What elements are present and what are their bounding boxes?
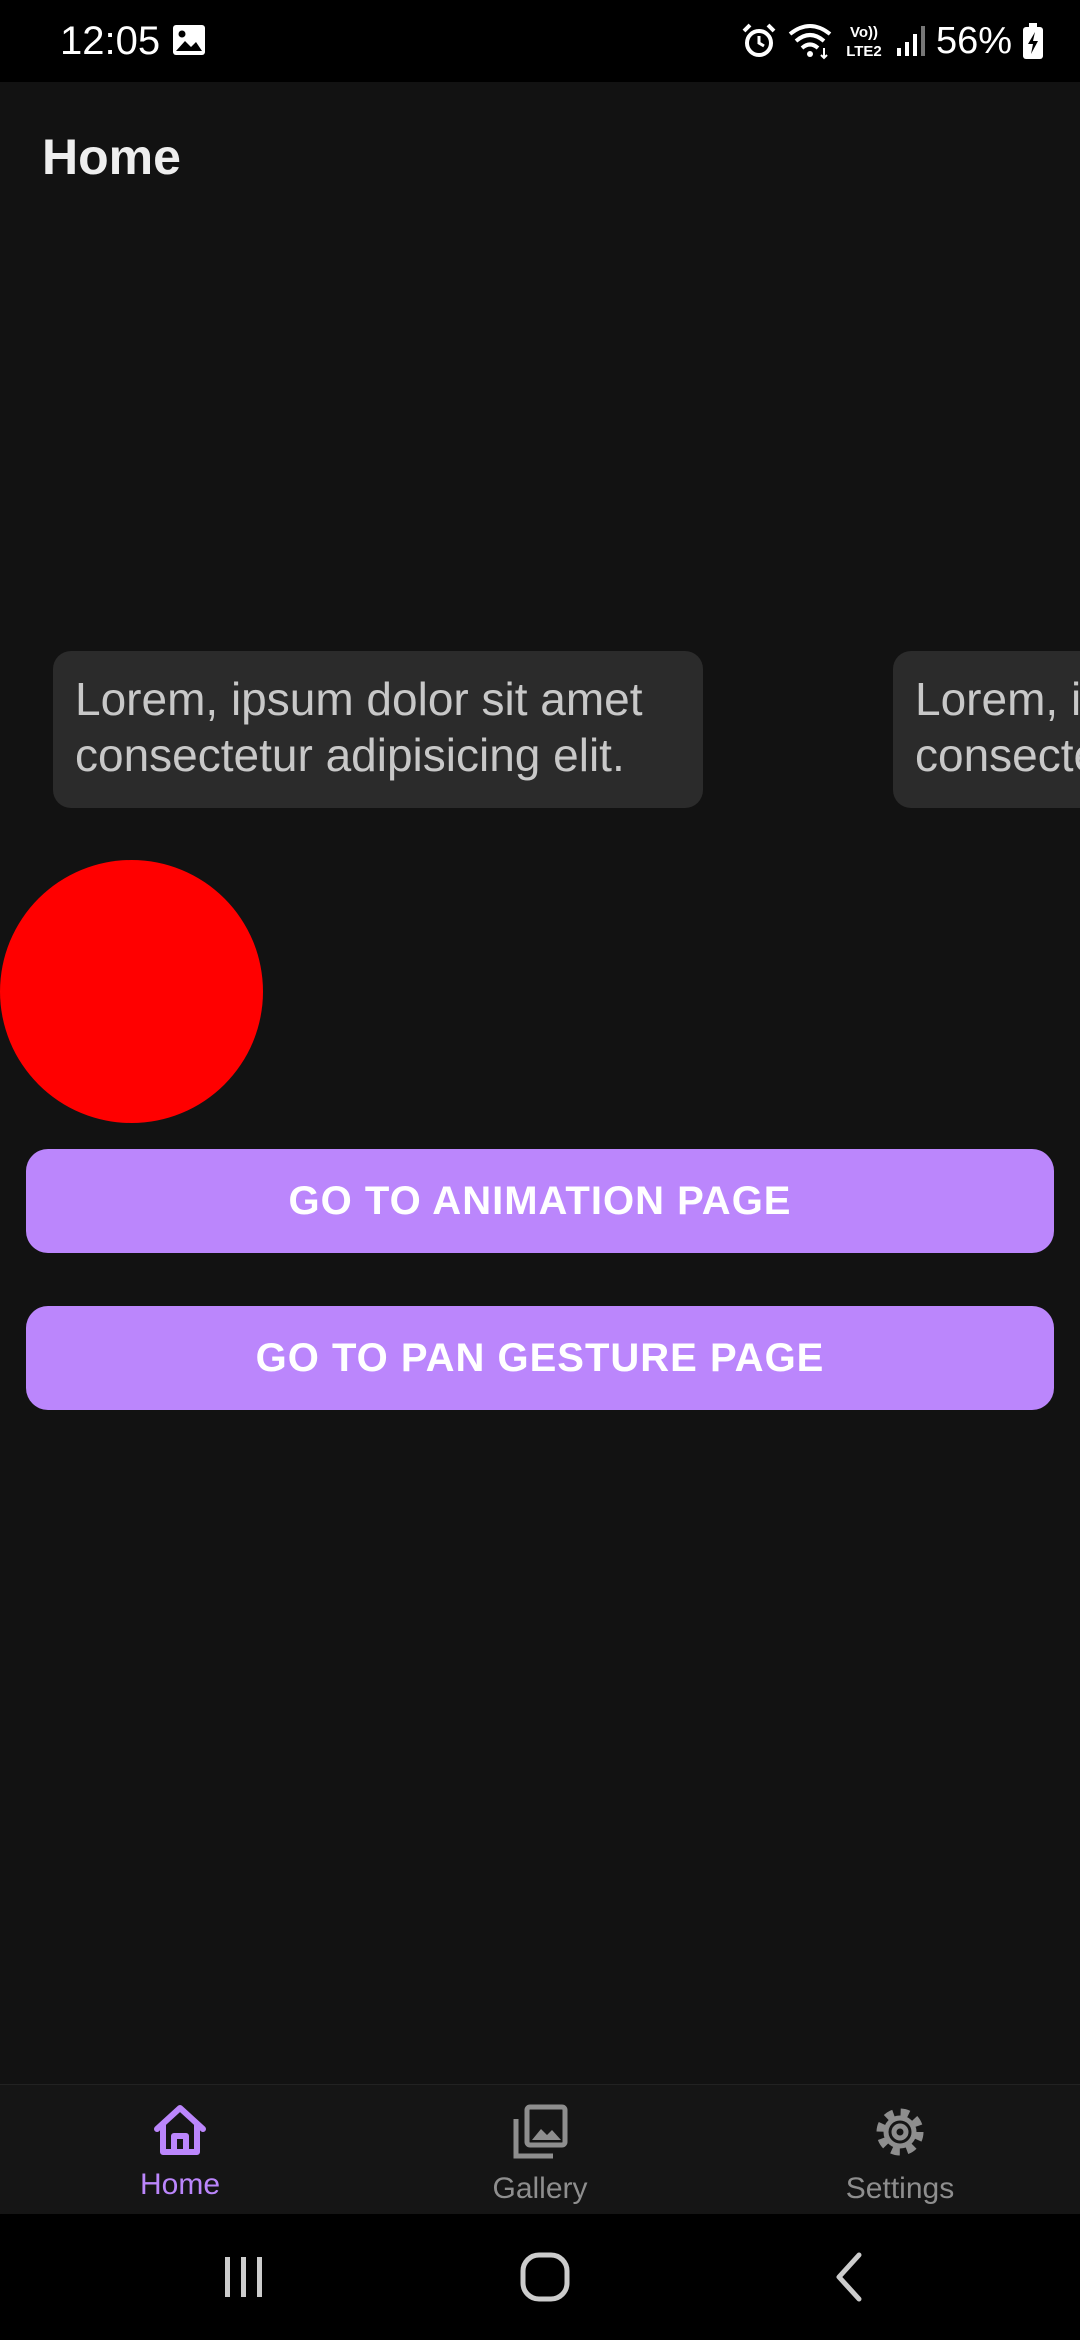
bottom-nav: Home Gallery Settings — [0, 2084, 1080, 2215]
battery-percent: 56% — [935, 19, 1012, 62]
alarm-icon — [740, 22, 778, 60]
status-bar: 12:05 Vo)) LTE2 56% — [0, 0, 1080, 82]
card-text-line2: consectetur adipisicing elit. — [915, 729, 1080, 781]
wifi-icon — [788, 22, 832, 60]
signal-icon — [896, 24, 926, 58]
tab-settings-label: Settings — [845, 2172, 955, 2205]
tab-settings[interactable]: Settings — [800, 2085, 1000, 2215]
page-title: Home — [42, 129, 181, 185]
gear-icon — [871, 2085, 929, 2166]
svg-text:LTE2: LTE2 — [846, 43, 882, 60]
back-icon — [829, 2251, 869, 2308]
tab-home-label: Home — [139, 2168, 221, 2201]
tab-gallery[interactable]: Gallery — [440, 2085, 640, 2215]
volte-icon: Vo)) LTE2 — [842, 21, 886, 61]
card-text-line1: Lorem, ipsum dolor sit amet — [915, 673, 1080, 725]
status-icons: Vo)) LTE2 56% — [740, 16, 1044, 66]
home-circle-icon — [519, 2251, 571, 2308]
go-to-animation-page-button[interactable]: GO TO ANIMATION PAGE — [26, 1149, 1054, 1253]
tab-gallery-label: Gallery — [492, 2172, 588, 2205]
tab-home[interactable]: Home — [80, 2085, 280, 2215]
battery-charging-icon — [1022, 22, 1044, 60]
card-text-line2: consectetur adipisicing elit. — [75, 729, 625, 781]
app-screen: 12:05 Vo)) LTE2 56% Home Lorem, ipsum do… — [0, 0, 1080, 2340]
carousel-card[interactable]: Lorem, ipsum dolor sit amet consectetur … — [53, 651, 703, 808]
recents-icon — [219, 2254, 269, 2305]
status-time: 12:05 — [60, 19, 161, 63]
home-icon — [151, 2085, 209, 2162]
svg-text:Vo)): Vo)) — [850, 24, 878, 41]
carousel-card[interactable]: Lorem, ipsum dolor sit amet consectetur … — [893, 651, 1080, 808]
image-icon — [172, 24, 206, 56]
system-home-button[interactable] — [510, 2244, 580, 2314]
gallery-icon — [511, 2085, 569, 2166]
card-text-line1: Lorem, ipsum dolor sit amet — [75, 673, 643, 725]
go-to-pan-gesture-page-button[interactable]: GO TO PAN GESTURE PAGE — [26, 1306, 1054, 1410]
red-circle[interactable] — [0, 860, 263, 1123]
recents-button[interactable] — [209, 2244, 279, 2314]
system-nav-bar — [0, 2214, 1080, 2340]
back-button[interactable] — [814, 2244, 884, 2314]
